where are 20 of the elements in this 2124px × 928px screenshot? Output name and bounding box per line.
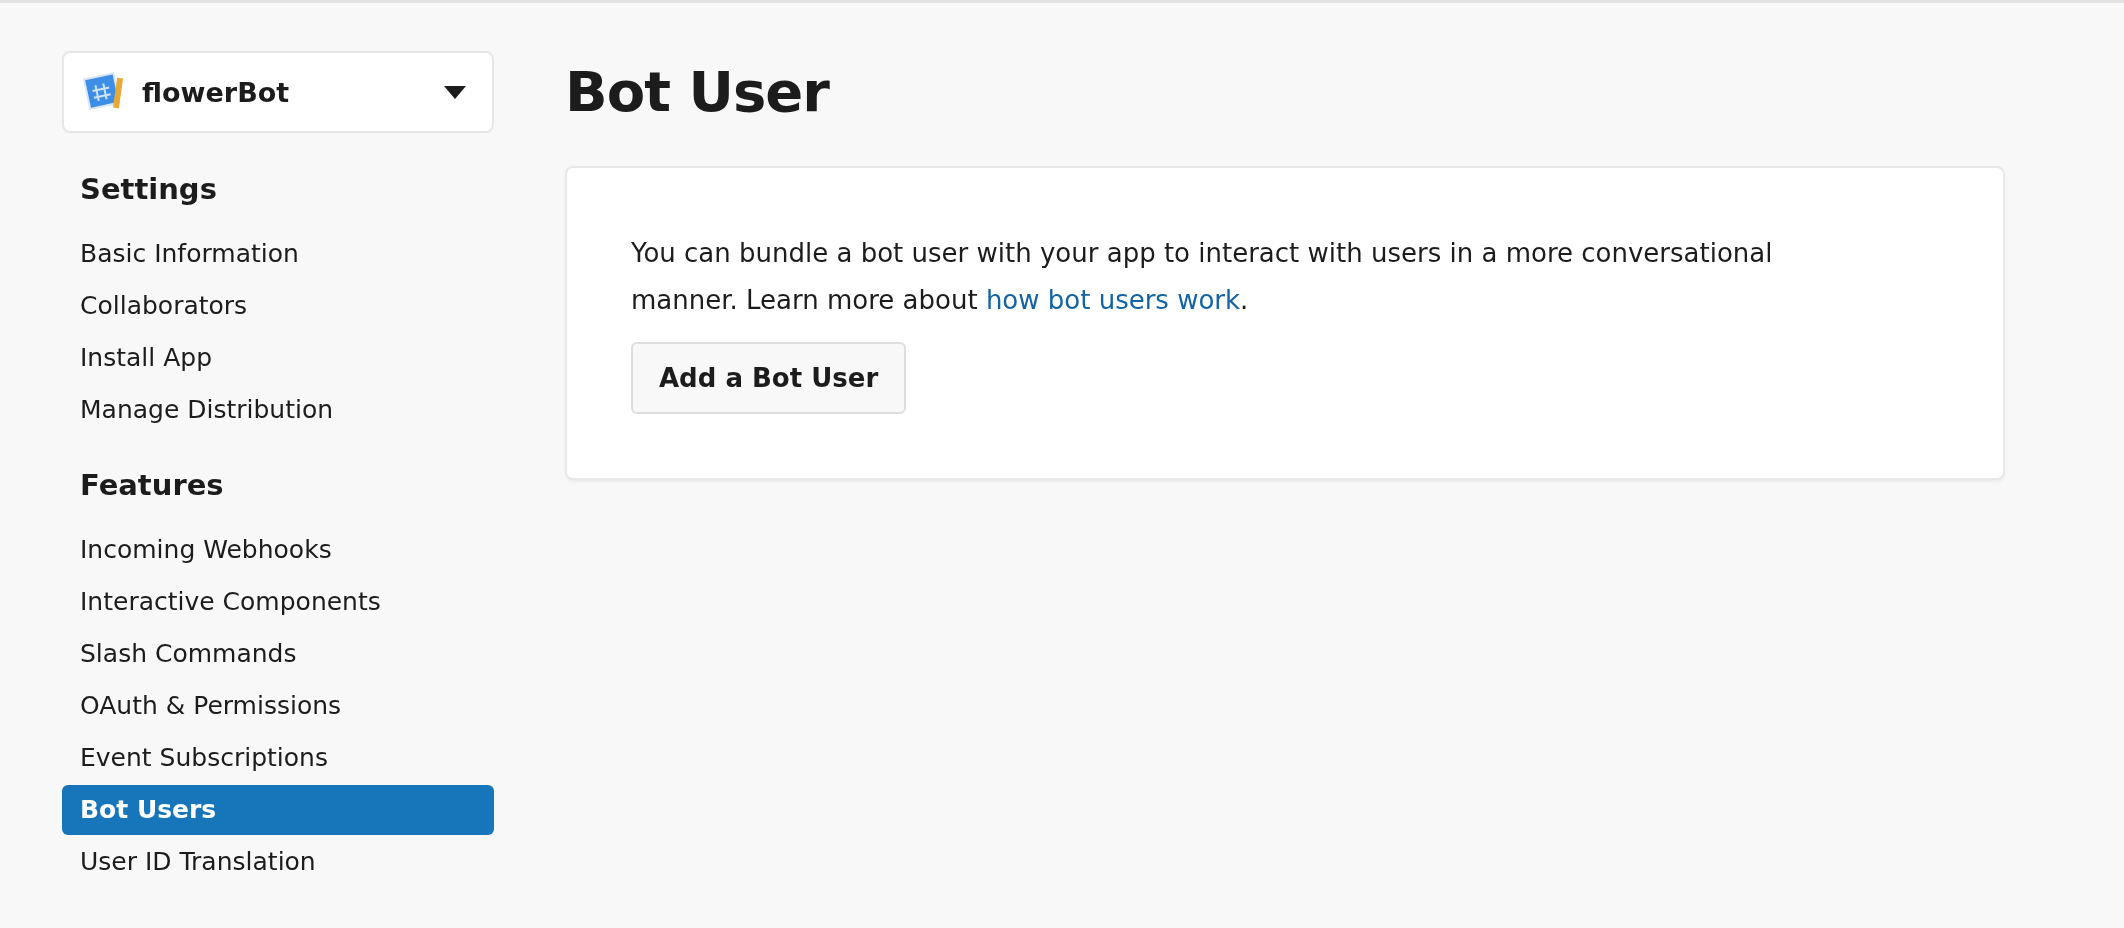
section-heading: Features [79, 467, 225, 504]
docs-link[interactable]: how bot users work [985, 285, 1241, 315]
sidebar-item[interactable]: Bot Users [62, 785, 494, 835]
sidebar-item[interactable]: Interactive Components [62, 577, 494, 627]
page-title: Bot User [565, 58, 831, 126]
sidebar-item[interactable]: Install App [62, 333, 494, 383]
sidebar-item[interactable]: Basic Information [62, 229, 494, 279]
section-heading: Settings [79, 171, 218, 208]
add-bot-user-button[interactable]: Add a Bot User [631, 342, 907, 414]
sidebar-item[interactable]: Manage Distribution [62, 385, 494, 435]
sidebar-item[interactable]: OAuth & Permissions [62, 681, 494, 731]
sidebar-item[interactable]: Collaborators [62, 281, 494, 331]
sidebar-item[interactable]: User ID Translation [62, 837, 494, 887]
app-selector[interactable]: flowerBot [62, 51, 494, 133]
caret-icon[interactable] [444, 85, 466, 99]
app-name: flowerBot [142, 76, 291, 108]
description-text: You can bundle a bot user with your app to interact with users in a more conversational manner. Learn more about how bot users work. [631, 237, 1774, 317]
sidebar-item[interactable]: Incoming Webhooks [62, 525, 494, 575]
sidebar-item[interactable]: Slash Commands [62, 629, 494, 679]
sidebar-item[interactable]: Event Subscriptions [62, 733, 494, 783]
